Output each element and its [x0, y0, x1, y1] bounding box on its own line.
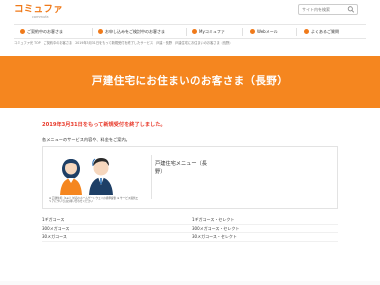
search-icon[interactable]: [347, 6, 355, 13]
breadcrumb-item[interactable]: ご契約中のお客さま: [44, 41, 73, 45]
breadcrumb-item[interactable]: 戸建・長野: [156, 41, 172, 45]
nav-divider: [296, 28, 297, 36]
breadcrumb-item[interactable]: コミュファ光 TOP: [14, 41, 41, 45]
plan-link[interactable]: 1ギガコース・セレクト: [192, 216, 338, 225]
nav-item-webmail[interactable]: Webメール: [250, 25, 278, 38]
logo-subtext: commufa: [32, 15, 49, 19]
intro-text: 各メニューのサービス内容や、料金をご案内。: [42, 137, 130, 142]
nav-divider: [242, 28, 243, 36]
page-bottom-edge: [0, 281, 380, 285]
logo-text: コミュファ: [14, 4, 64, 15]
plan-link[interactable]: 30メガコース: [42, 233, 192, 242]
nav-bullet-icon: [250, 29, 255, 34]
plan-column-standard: 1ギガコース 300メガコース 30メガコース: [42, 216, 192, 242]
nav-item-label: Webメール: [257, 28, 278, 34]
plan-column-select: 1ギガコース・セレクト 300メガコース・セレクト 30メガコース・セレクト: [192, 216, 338, 242]
menu-card[interactable]: ※ 戸建住宅（1ec）対応のホームゲートウェイの標準提供 ※ サービス提供エリア…: [42, 146, 338, 209]
nav-item-mycommufa[interactable]: Myコミュファ: [192, 25, 225, 38]
nav-item-considering[interactable]: お申し込みをご検討中のお客さま: [98, 25, 165, 38]
plan-link[interactable]: 30メガコース・セレクト: [192, 233, 338, 242]
nav-divider: [92, 28, 93, 36]
nav-item-label: Myコミュファ: [199, 28, 225, 34]
page-title: 戸建住宅にお住まいのお客さま（長野）: [91, 75, 289, 87]
search-input[interactable]: [302, 5, 346, 14]
page-banner: 戸建住宅にお住まいのお客さま（長野）: [0, 56, 380, 108]
breadcrumb: コミュファ光 TOP ご契約中のお客さま 2019年3月31日をもって新規受付を…: [14, 41, 366, 46]
nav-bullet-icon: [98, 29, 103, 34]
global-nav: ご契約中のお客さま お申し込みをご検討中のお客さま Myコミュファ Webメール…: [14, 24, 366, 39]
nav-item-label: お申し込みをご検討中のお客さま: [105, 28, 165, 34]
plan-link[interactable]: 300メガコース: [42, 225, 192, 233]
nav-item-label: よくあるご質問: [311, 28, 339, 34]
search-box: [298, 4, 358, 15]
menu-divider: [151, 155, 152, 199]
menu-title-line: 野）: [155, 169, 166, 175]
breadcrumb-item[interactable]: 2019年3月31日をもって新規受付を終了したサービス: [75, 41, 153, 45]
nav-item-label: ご契約中のお客さま: [27, 28, 63, 34]
nav-bullet-icon: [304, 29, 309, 34]
nav-item-subscribers[interactable]: ご契約中のお客さま: [20, 25, 63, 38]
illustration-caption: ※ 戸建住宅（1ec）対応のホームゲートウェイの標準提供 ※ サービス提供エリア…: [49, 197, 139, 204]
plan-link[interactable]: 300メガコース・セレクト: [192, 225, 338, 233]
nav-bullet-icon: [20, 29, 25, 34]
site-logo[interactable]: コミュファ commufa: [14, 4, 66, 20]
nav-item-faq[interactable]: よくあるご質問: [304, 25, 339, 38]
nav-divider: [186, 28, 187, 36]
nav-bullet-icon: [192, 29, 197, 34]
breadcrumb-current: 戸建住宅にお住まいのお客さま（長野）: [175, 41, 233, 45]
closure-notice: 2019年3月31日をもって新規受付を終了しました。: [42, 122, 166, 128]
plan-link[interactable]: 1ギガコース: [42, 216, 192, 225]
menu-title[interactable]: 戸建住宅メニュー（長 野）: [155, 160, 207, 176]
site-header: コミュファ commufa: [0, 0, 380, 20]
menu-title-line: 戸建住宅メニュー（長: [155, 161, 207, 167]
